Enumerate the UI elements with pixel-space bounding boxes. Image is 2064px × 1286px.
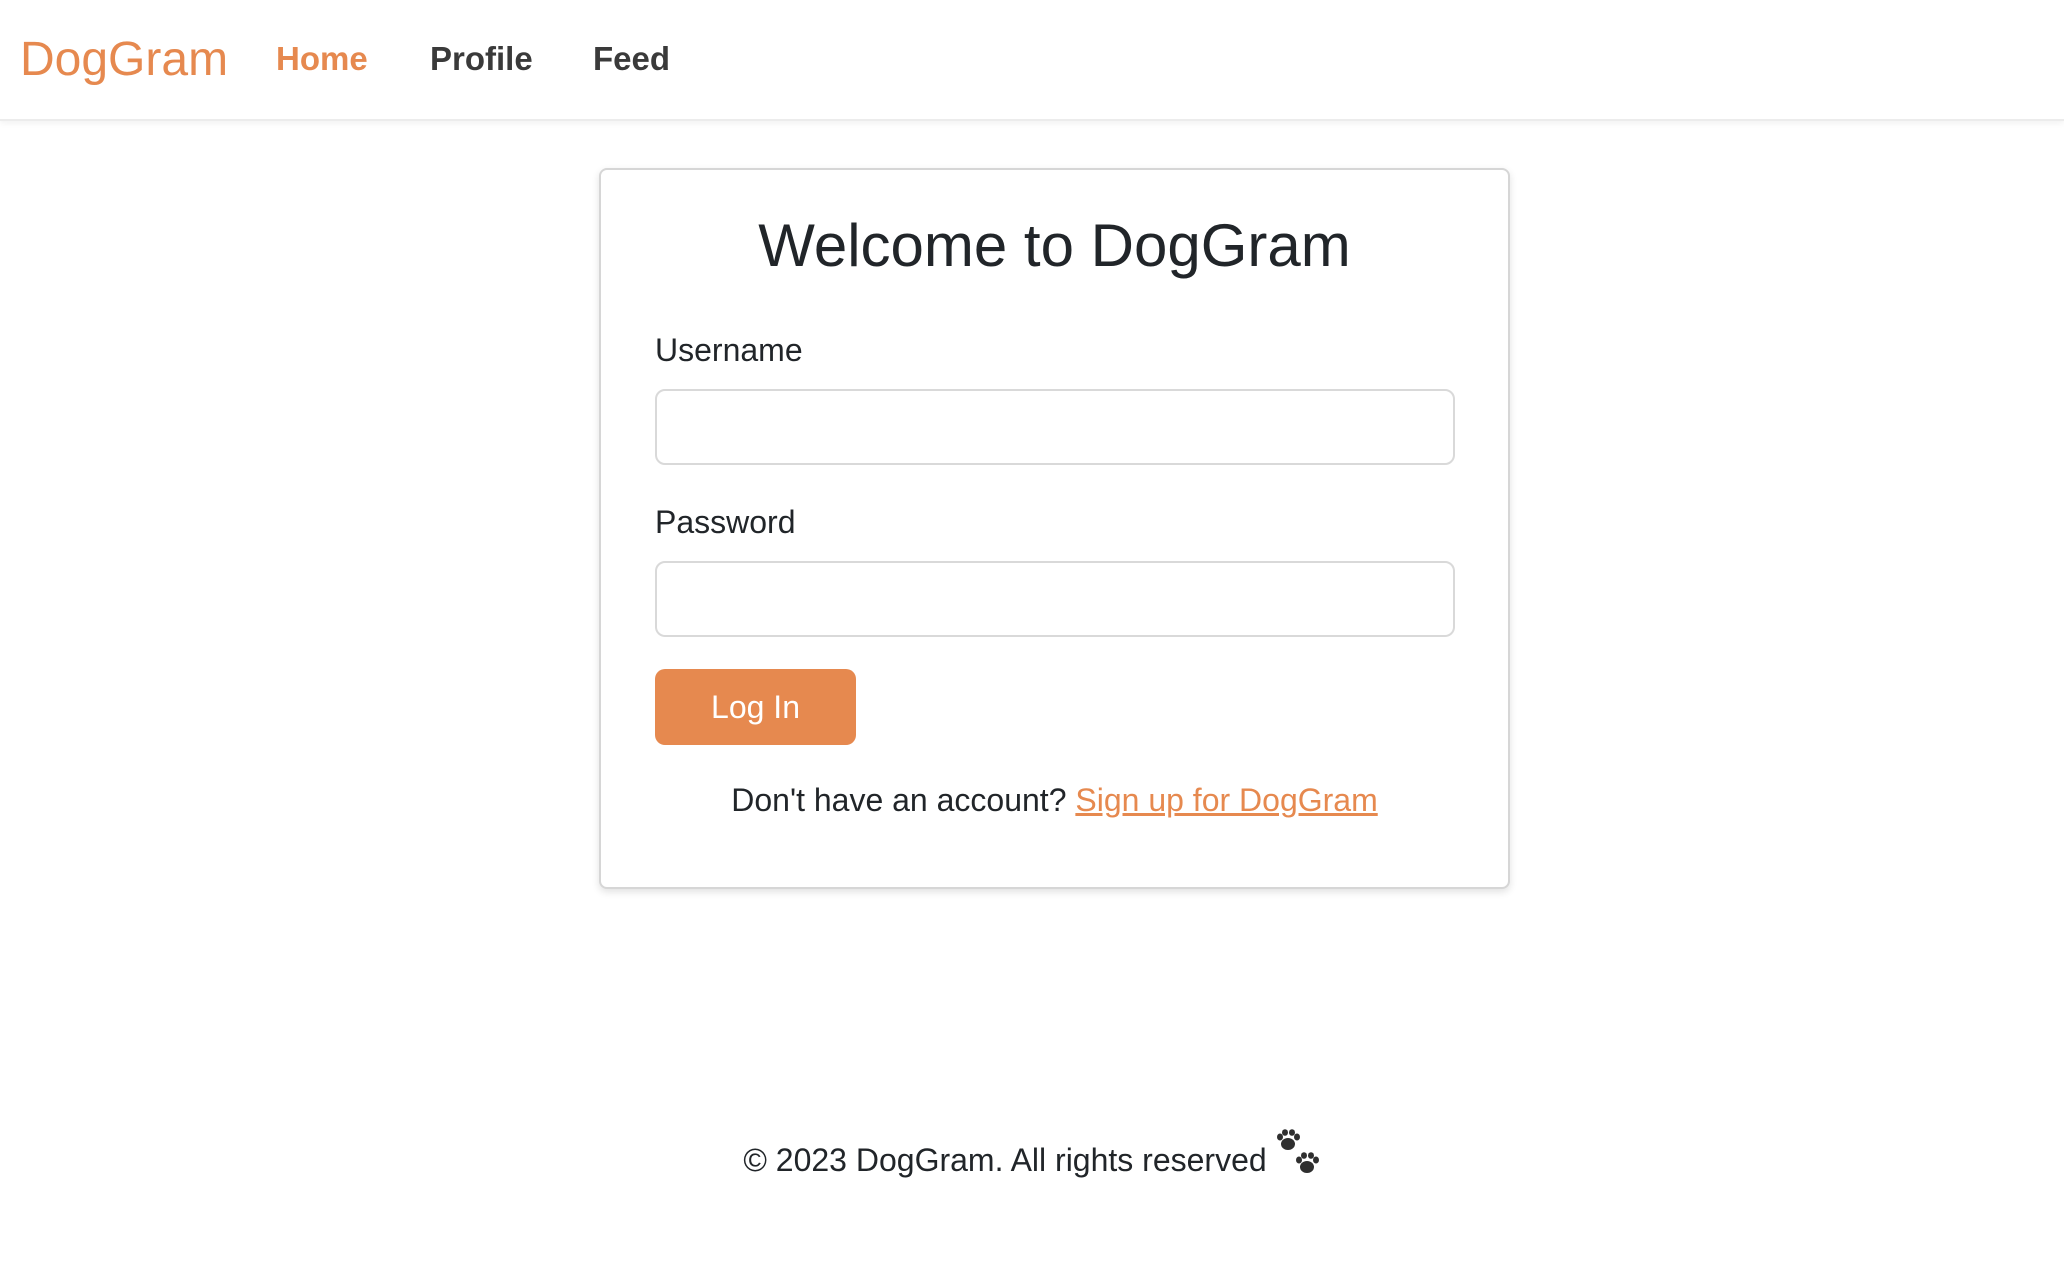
top-navbar: DogGram Home Profile Feed bbox=[0, 0, 2064, 121]
username-input[interactable] bbox=[655, 389, 1455, 465]
signup-link[interactable]: Sign up for DogGram bbox=[1075, 782, 1377, 818]
nav-link-profile[interactable]: Profile bbox=[430, 38, 533, 80]
login-button[interactable]: Log In bbox=[655, 669, 856, 745]
brand-logo-link[interactable]: DogGram bbox=[20, 30, 228, 90]
footer-copyright-text: © 2023 DogGram. All rights reserved bbox=[743, 1142, 1267, 1178]
page-footer: © 2023 DogGram. All rights reserved bbox=[0, 1128, 2064, 1192]
signup-prompt-line: Don't have an account? Sign up for DogGr… bbox=[601, 780, 1508, 820]
login-title: Welcome to DogGram bbox=[758, 212, 1351, 279]
login-card: Welcome to DogGram Username Password Log… bbox=[599, 168, 1510, 889]
nav-link-home[interactable]: Home bbox=[276, 38, 368, 80]
paw-prints-icon bbox=[1275, 1129, 1321, 1177]
username-label: Username bbox=[655, 332, 803, 368]
nav-link-feed[interactable]: Feed bbox=[593, 38, 670, 80]
password-input[interactable] bbox=[655, 561, 1455, 637]
password-label: Password bbox=[655, 504, 796, 540]
signup-prompt-text: Don't have an account? bbox=[731, 782, 1067, 818]
